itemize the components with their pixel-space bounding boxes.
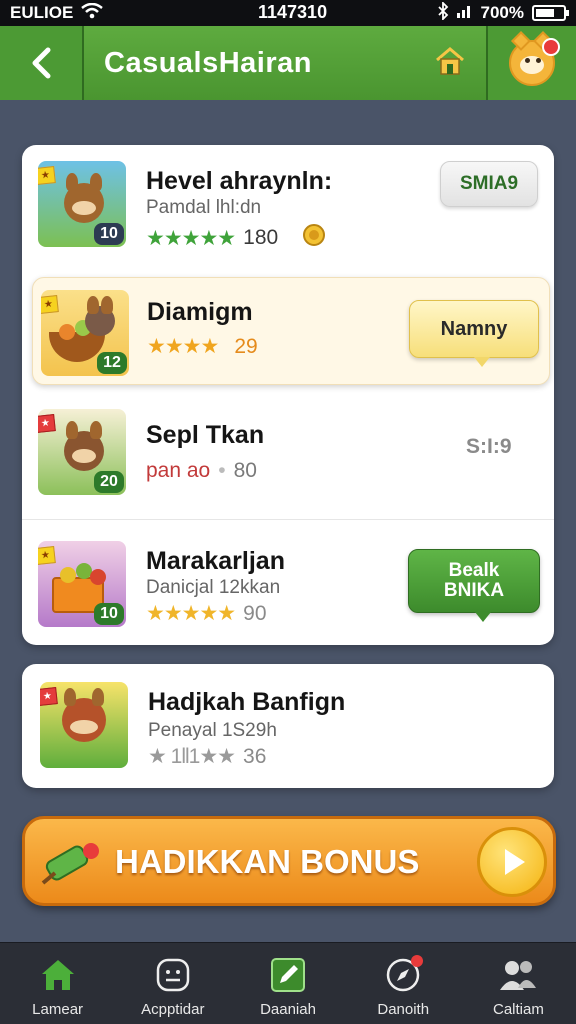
bonus-button[interactable]: HADIKKAN BONUS [22, 816, 556, 906]
edit-icon [268, 955, 308, 995]
rating-row: ★ 1ll1★★ 36 [148, 744, 266, 769]
ribbon-tag: ★ [40, 687, 58, 706]
nav-label: Acpptidar [141, 1001, 205, 1018]
action-button[interactable]: SMIA9 [440, 161, 538, 207]
star-rating: ★★★★★ [146, 602, 236, 625]
rating-value: 90 [243, 601, 267, 625]
list-item[interactable]: ★ Hadjkah Banfign Penayal 1S29h ★ 1ll1★★… [22, 664, 554, 788]
nav-item-home[interactable]: Lamear [0, 943, 115, 1024]
carrier-label: EULIOE [10, 3, 74, 22]
nav-item-chat[interactable]: Acpptidar [115, 943, 230, 1024]
game-subtitle: pan ao [146, 459, 211, 482]
game-subtitle: Penayal 1S29h [148, 720, 277, 741]
wifi-icon [81, 2, 104, 24]
game-title: Diamigm [147, 298, 253, 326]
game-thumbnail: ★ [40, 682, 128, 768]
nav-item-people[interactable]: Caltiam [461, 943, 576, 1024]
game-thumbnail: ★ 20 [38, 409, 126, 495]
signal-icon [456, 3, 473, 23]
rating-row: pan ao • 80 [146, 459, 257, 482]
rating-row: ★★★★★ 180 [146, 223, 326, 253]
ribbon-tag: ★ [38, 166, 56, 185]
nav-label: Danoith [377, 1001, 430, 1018]
back-button[interactable] [0, 26, 84, 100]
nav-label: Daaniah [260, 1001, 316, 1018]
bottom-nav: Lamear Acpptidar Daaniah Danoith Caltiam [0, 942, 576, 1024]
level-badge: 10 [94, 223, 124, 245]
bonus-label: HADIKKAN BONUS [115, 843, 420, 880]
ribbon-tag: ★ [38, 546, 56, 565]
battery-percent: 700% [480, 3, 524, 22]
game-thumbnail: ★ 10 [38, 161, 126, 247]
ribbon-tag: ★ [38, 414, 56, 433]
rating-value: 36 [243, 744, 267, 768]
game-title: Hevel ahraynln: [146, 167, 333, 195]
coin-icon [302, 223, 326, 253]
game-title: Marakarljan [146, 547, 285, 575]
nav-item-compass[interactable]: Danoith [346, 943, 461, 1024]
star-rating: ★★★★★ [146, 226, 236, 250]
rating-value: 180 [243, 226, 279, 249]
game-thumbnail: ★ 10 [38, 541, 126, 627]
page-title: CasualsHairan [104, 46, 312, 79]
list-item[interactable]: ★ 10 Hevel ahraynln: Pamdal lhl:dn ★★★★★… [22, 145, 554, 261]
people-icon [498, 955, 538, 995]
rating-row: ★★★★ 29 [147, 334, 258, 359]
house-icon[interactable] [434, 46, 466, 81]
game-thumbnail: ★ 12 [41, 290, 129, 376]
level-badge: 12 [97, 352, 127, 374]
compass-icon [383, 955, 424, 995]
status-time: 1147310 [258, 2, 328, 22]
game-subtitle: Pamdal lhl:dn [146, 197, 262, 218]
game-title: Hadjkah Banfign [148, 688, 346, 716]
play-icon[interactable] [477, 827, 547, 897]
game-title: Sepl Tkan [146, 421, 265, 449]
rating-value: 80 [233, 459, 257, 482]
game-subtitle: Danicjal 12kkan [146, 577, 281, 598]
ribbon-tag: ★ [41, 295, 59, 314]
candy-icon [41, 843, 99, 885]
notification-dot [542, 38, 560, 56]
star-rating: ★★★★ [147, 335, 219, 358]
rating-value: 29 [234, 334, 258, 358]
bluetooth-icon [437, 0, 449, 25]
app-header: CasualsHairan [0, 26, 576, 100]
star-rating: ★ 1ll1★★ [148, 745, 236, 768]
notification-dot [411, 955, 424, 967]
nav-label: Lamear [32, 1001, 84, 1018]
game-list: ★ 10 Hevel ahraynln: Pamdal lhl:dn ★★★★★… [22, 145, 554, 645]
list-item[interactable]: ★ 12 Diamigm ★★★★ 29 Namny [32, 277, 550, 385]
action-button[interactable]: Bealk BNIKA [408, 549, 540, 622]
action-button-label: Bealk BNIKA [443, 560, 505, 601]
action-button[interactable]: Namny [409, 300, 539, 367]
list-item[interactable]: ★ 20 Sepl Tkan pan ao • 80 S:I:9 [22, 395, 554, 511]
nav-item-edit[interactable]: Daaniah [230, 943, 345, 1024]
chat-icon [153, 955, 193, 995]
price-label: S:I:9 [466, 435, 512, 458]
profile-button[interactable] [488, 26, 576, 100]
battery-icon [532, 5, 569, 21]
level-badge: 10 [94, 603, 124, 625]
level-badge: 20 [94, 471, 124, 493]
nav-label: Caltiam [492, 1001, 544, 1018]
rating-row: ★★★★★ 90 [146, 601, 267, 626]
list-item[interactable]: ★ 10 Marakarljan Danicjal 12kkan ★★★★★ 9… [22, 529, 554, 645]
status-bar: EULIOE 1147310 700% [0, 0, 576, 26]
chevron-left-icon [32, 47, 51, 79]
home-icon [38, 955, 78, 995]
